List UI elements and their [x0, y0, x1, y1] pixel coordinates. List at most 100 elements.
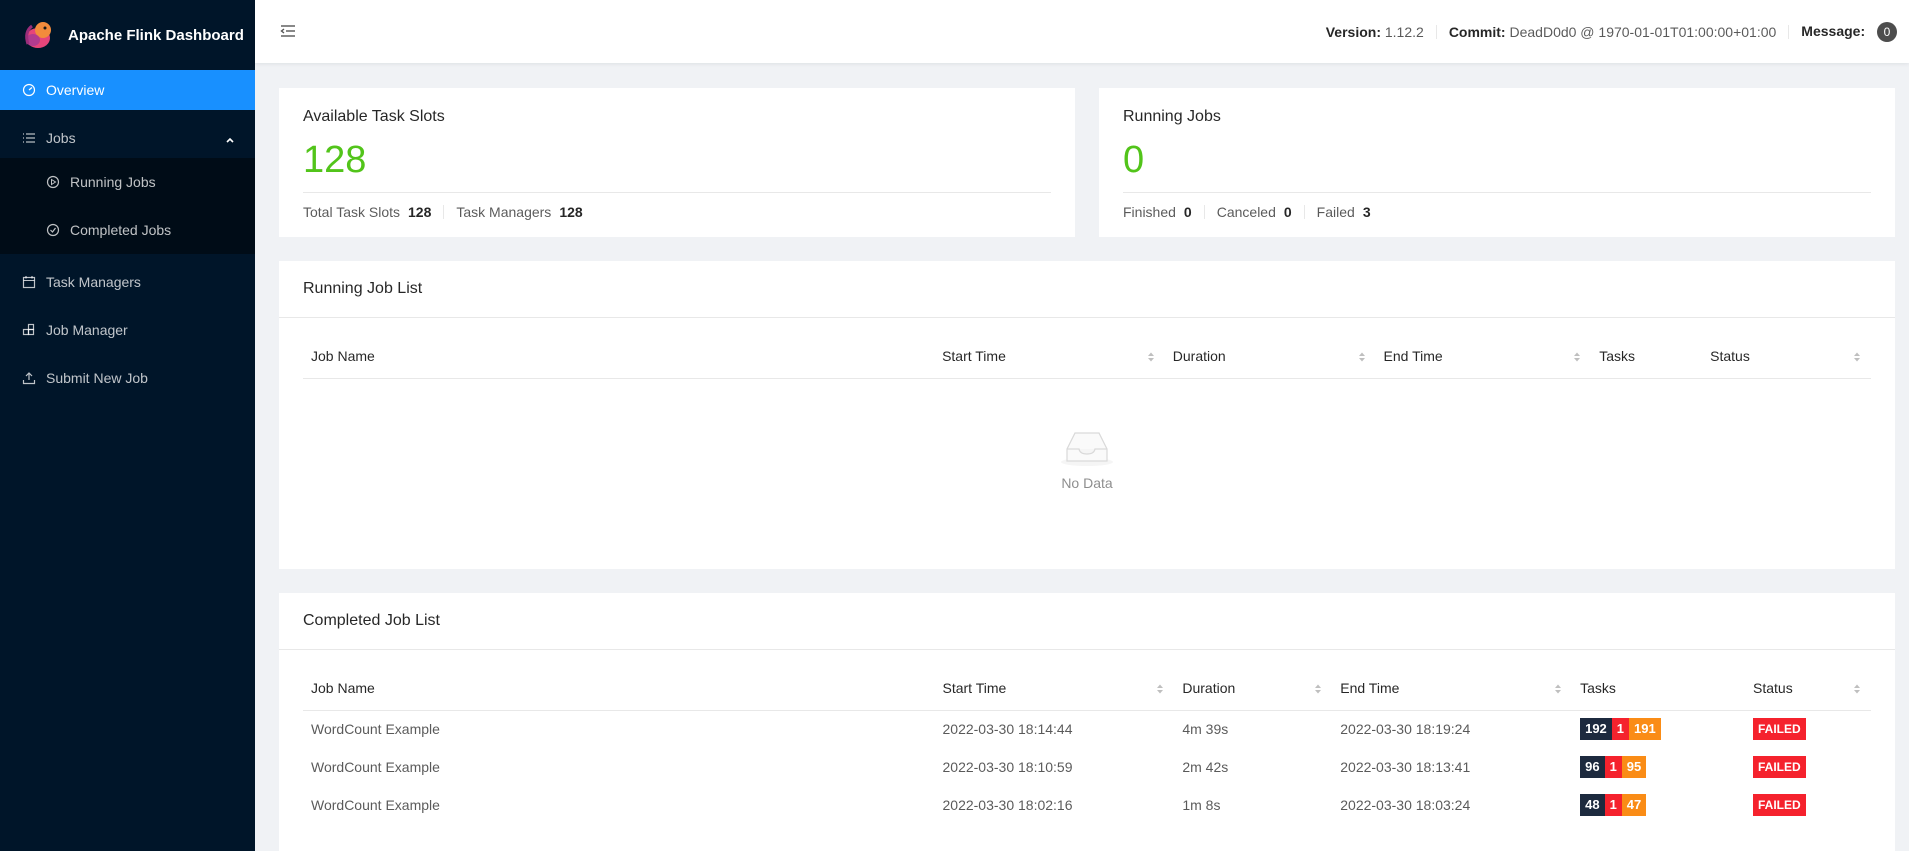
end-time: 2022-03-30 18:03:24	[1340, 797, 1471, 813]
brand-title: Apache Flink Dashboard	[68, 26, 244, 44]
col-end-time[interactable]: End Time	[1376, 334, 1592, 378]
col-label: Start Time	[942, 679, 1007, 696]
sort-icon[interactable]	[1573, 350, 1581, 362]
available-slots-value: 128	[303, 139, 367, 181]
table-header-row: Job Name Start Time Duration End Time Ta…	[303, 666, 1871, 710]
start-time: 2022-03-30 18:14:44	[942, 721, 1073, 738]
completed-job-list-card: Completed Job List Job Name Start Time D…	[279, 593, 1895, 851]
status-badge: FAILED	[1753, 756, 1806, 778]
sort-icon[interactable]	[1853, 682, 1861, 694]
sidebar-item-overview[interactable]: Overview	[0, 70, 255, 110]
running-jobs-table: Job Name Start Time Duration End Time Ta…	[303, 334, 1871, 379]
running-footer: Finished 0 Canceled 0 Failed 3	[1123, 205, 1871, 219]
job-name: WordCount Example	[311, 721, 440, 738]
card-title: Running Job List	[303, 280, 423, 297]
sort-icon[interactable]	[1853, 350, 1861, 362]
tasks-failed-badge: 1	[1604, 794, 1622, 816]
sidebar: Apache Flink Dashboard Overview Jobs Run…	[0, 0, 255, 851]
sidebar-item-jobs[interactable]: Jobs	[0, 118, 255, 158]
finished-value: 0	[1183, 204, 1192, 220]
duration: 4m 39s	[1182, 721, 1229, 738]
divider	[1123, 192, 1871, 193]
table-row[interactable]: WordCount Example 2022-03-30 18:14:44 4m…	[303, 710, 1871, 748]
start-time: 2022-03-30 18:02:16	[942, 797, 1073, 813]
col-label: Start Time	[942, 347, 1006, 364]
duration: 1m 8s	[1182, 797, 1221, 813]
sidebar-item-job-manager[interactable]: Job Manager	[0, 310, 255, 350]
table-row[interactable]: WordCount Example 2022-03-30 18:02:16 1m…	[303, 786, 1871, 824]
commit-label: Commit:	[1448, 23, 1506, 40]
start-time: 2022-03-30 18:10:59	[942, 759, 1073, 775]
message-info[interactable]: Message: 0	[1789, 21, 1909, 42]
col-status[interactable]: Status	[1745, 666, 1871, 710]
schedule-icon	[22, 275, 36, 289]
sort-icon[interactable]	[1358, 350, 1366, 362]
flink-squirrel-logo-icon	[22, 18, 56, 52]
sidebar-menu: Overview Jobs Running Jobs Completed Job…	[0, 70, 255, 398]
sort-icon[interactable]	[1156, 682, 1164, 694]
jobs-submenu: Running Jobs Completed Jobs	[0, 158, 255, 254]
col-label: Status	[1710, 347, 1750, 364]
finished-label: Finished	[1123, 204, 1176, 220]
sidebar-item-label: Task Managers	[46, 274, 141, 290]
failed-count: Failed 3	[1317, 205, 1383, 219]
failed-label: Failed	[1316, 204, 1355, 220]
sidebar-item-label: Overview	[46, 82, 105, 98]
sidebar-item-task-managers[interactable]: Task Managers	[0, 262, 255, 302]
upload-icon	[22, 371, 36, 385]
message-count-badge[interactable]: 0	[1877, 21, 1897, 42]
task-managers-label: Task Managers	[456, 204, 552, 220]
col-start-time[interactable]: Start Time	[934, 334, 1165, 378]
sort-icon[interactable]	[1147, 350, 1155, 362]
task-status-badges: 48 1 47	[1580, 794, 1647, 816]
col-start-time[interactable]: Start Time	[935, 666, 1175, 710]
col-duration[interactable]: Duration	[1165, 334, 1376, 378]
card-title: Available Task Slots	[303, 108, 445, 125]
col-label: Status	[1753, 679, 1793, 696]
commit-info: Commit: DeadD0d0 @ 1970-01-01T01:00:00+0…	[1437, 23, 1790, 40]
canceled-value: 0	[1283, 204, 1292, 220]
sort-icon[interactable]	[1554, 682, 1562, 694]
sidebar-item-label: Submit New Job	[46, 370, 148, 386]
commit-value: DeadD0d0 @ 1970-01-01T01:00:00+01:00	[1509, 23, 1777, 40]
col-status[interactable]: Status	[1702, 334, 1871, 378]
col-label: Duration	[1182, 679, 1236, 696]
end-time: 2022-03-30 18:19:24	[1340, 721, 1471, 738]
menu-fold-icon[interactable]	[279, 22, 297, 40]
tasks-canceled-badge: 191	[1629, 718, 1661, 741]
sort-icon[interactable]	[1314, 682, 1322, 694]
sidebar-item-submit-new-job[interactable]: Submit New Job	[0, 358, 255, 398]
tasks-total-badge: 96	[1580, 756, 1605, 778]
task-status-badges: 96 1 95	[1580, 756, 1647, 778]
sidebar-item-label: Running Jobs	[70, 174, 156, 190]
col-label: Duration	[1172, 347, 1226, 364]
col-end-time[interactable]: End Time	[1332, 666, 1572, 710]
canceled-label: Canceled	[1216, 204, 1276, 220]
running-jobs-card: Running Jobs 0 Finished 0 Canceled 0 Faile…	[1099, 88, 1895, 237]
col-tasks: Tasks	[1580, 679, 1616, 696]
total-task-slots: Total Task Slots 128	[303, 204, 445, 220]
sidebar-item-completed-jobs[interactable]: Completed Jobs	[0, 206, 255, 254]
brand[interactable]: Apache Flink Dashboard	[0, 0, 255, 70]
job-name: WordCount Example	[311, 759, 440, 775]
completed-table-wrap: Job Name Start Time Duration End Time Ta…	[279, 650, 1895, 824]
card-head: Completed Job List	[279, 593, 1895, 650]
total-task-slots-value: 128	[408, 204, 432, 220]
check-circle-icon	[46, 223, 60, 237]
status-cell: FAILED	[1745, 710, 1871, 748]
empty-text: No Data	[1061, 474, 1113, 491]
job-name: WordCount Example	[311, 797, 440, 813]
col-duration[interactable]: Duration	[1174, 666, 1332, 710]
running-job-list-card: Running Job List Job Name Start Time Dur…	[279, 261, 1895, 569]
table-row[interactable]: WordCount Example 2022-03-30 18:10:59 2m…	[303, 748, 1871, 786]
sidebar-item-running-jobs[interactable]: Running Jobs	[0, 158, 255, 206]
col-label: End Time	[1340, 679, 1400, 696]
header-info: Version: 1.12.2 Commit: DeadD0d0 @ 1970-…	[1314, 0, 1909, 63]
sidebar-item-label: Jobs	[46, 130, 76, 146]
available-task-slots-card: Available Task Slots 128 Total Task Slot…	[279, 88, 1075, 237]
tasks-canceled-badge: 47	[1621, 794, 1647, 816]
build-icon	[22, 323, 36, 337]
col-job-name: Job Name	[311, 347, 375, 364]
status-badge: FAILED	[1753, 794, 1806, 816]
tasks-canceled-badge: 95	[1621, 756, 1647, 778]
